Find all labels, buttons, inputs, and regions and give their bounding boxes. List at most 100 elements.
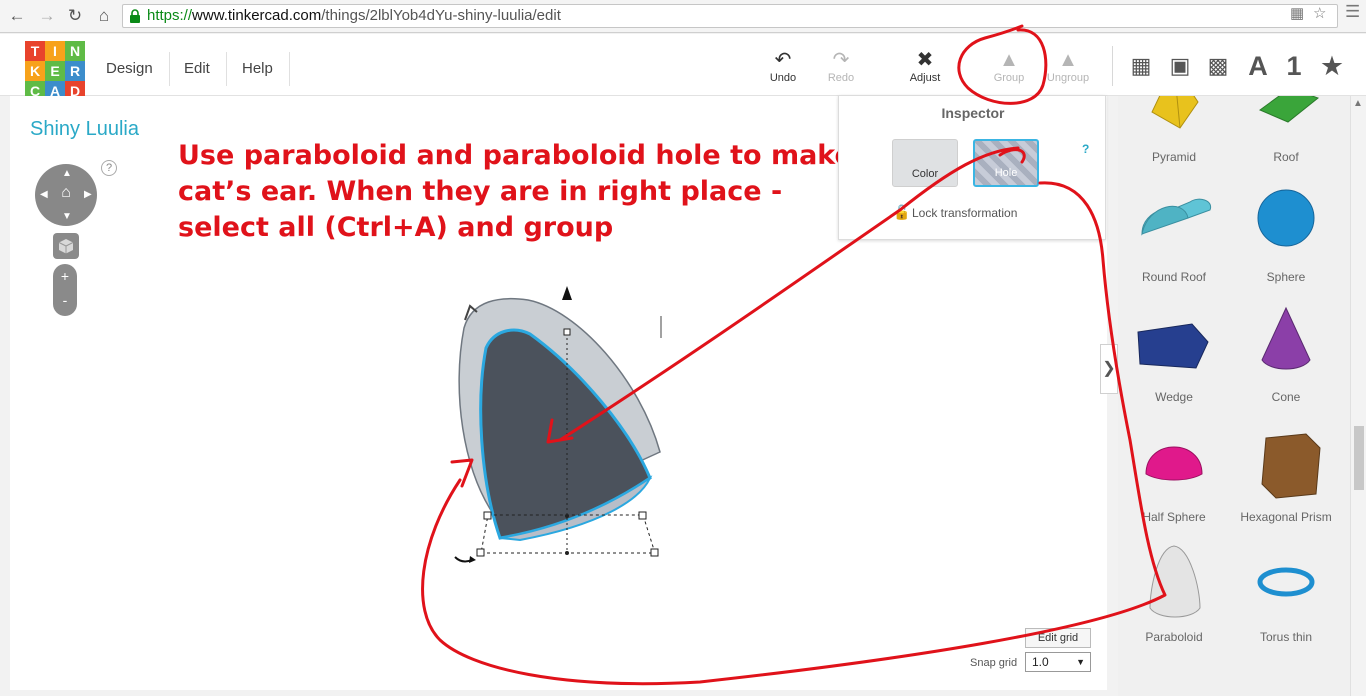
ungroup-label: Ungroup	[1046, 72, 1090, 84]
ungroup-button[interactable]: ▲ Ungroup	[1044, 48, 1092, 84]
shape-half-sphere[interactable]: Half Sphere	[1118, 418, 1230, 534]
nav-home-icon[interactable]: ⌂	[57, 184, 75, 202]
lock-label: Lock transformation	[912, 206, 1018, 220]
menu-design[interactable]: Design	[90, 52, 170, 86]
favorites-star-icon[interactable]: ★	[1316, 50, 1348, 82]
reload-icon[interactable]: ↻	[64, 5, 86, 27]
group-icon: ▲	[999, 49, 1019, 71]
shape-sphere[interactable]: Sphere	[1230, 178, 1342, 294]
ungroup-icon: ▲	[1058, 49, 1078, 71]
wedge-icon	[1137, 323, 1209, 369]
shape-label: Paraboloid	[1145, 630, 1203, 644]
shape-cone[interactable]: Cone	[1230, 298, 1342, 414]
tinkercad-logo[interactable]: TINKERCAD	[25, 41, 85, 101]
nav-left-icon[interactable]: ◀	[40, 189, 48, 200]
shapes-panel-toggle[interactable]: ❯	[1100, 344, 1118, 394]
ortho-view-button[interactable]	[53, 233, 79, 259]
edit-grid-button[interactable]: Edit grid	[1025, 628, 1091, 648]
undo-label: Undo	[769, 72, 797, 84]
design-title[interactable]: Shiny Luulia	[30, 118, 139, 141]
shape-wedge[interactable]: Wedge	[1118, 298, 1230, 414]
logo-letter: K	[25, 61, 45, 81]
hole-button[interactable]: Hole	[973, 139, 1039, 187]
app-header: TINKERCAD Design Edit Help ↶ Undo ↷ Redo…	[0, 34, 1366, 101]
nav-up-icon[interactable]: ▲	[62, 168, 72, 179]
cone-icon	[1261, 306, 1311, 370]
lock-icon	[130, 9, 140, 23]
inspector-help-icon[interactable]: ?	[1082, 142, 1089, 156]
sphere-icon	[1257, 189, 1315, 247]
browser-toolbar: ← → ↻ ⌂ https://www.tinkercad.com/things…	[0, 0, 1366, 33]
grid-view-icon[interactable]: ▦	[1125, 50, 1157, 82]
url-protocol: https://	[147, 7, 193, 24]
nav-down-icon[interactable]: ▼	[62, 211, 72, 222]
text-shapes-icon[interactable]: A	[1242, 50, 1274, 82]
color-label: Color	[911, 168, 939, 180]
translate-icon[interactable]: ▦	[1290, 4, 1304, 22]
logo-letter: E	[45, 61, 65, 81]
back-icon[interactable]: ←	[6, 5, 28, 27]
undo-button[interactable]: ↶ Undo	[759, 48, 807, 84]
shape-hexagonal-prism[interactable]: Hexagonal Prism	[1230, 418, 1342, 534]
undo-icon: ↶	[774, 49, 792, 71]
browser-menu-icon[interactable]: ☰	[1345, 2, 1360, 22]
number-shapes-icon[interactable]: 1	[1278, 50, 1310, 82]
shape-label: Sphere	[1266, 270, 1306, 284]
round-roof-icon	[1141, 198, 1212, 236]
half-sphere-icon	[1145, 446, 1203, 481]
color-button[interactable]: Color	[892, 139, 958, 187]
zoom-out-button[interactable]: -	[53, 292, 77, 308]
snap-grid-label: Snap grid	[970, 657, 1018, 669]
inspector-panel: Inspector Color Hole ? 🔓 Lock transformat…	[838, 95, 1106, 240]
shape-label: Half Sphere	[1142, 510, 1206, 524]
shape-pyramid[interactable]: Pyramid	[1118, 96, 1230, 174]
bookmark-star-icon[interactable]: ☆	[1313, 4, 1326, 22]
box-view-icon[interactable]: ▣	[1164, 50, 1196, 82]
url-host: www.tinkercad.com	[192, 7, 322, 24]
tutorial-annotation: Use paraboloid and paraboloid hole to ma…	[178, 138, 858, 246]
scrollbar-thumb[interactable]	[1354, 426, 1364, 490]
annotation-line-1: Use paraboloid and paraboloid hole to ma…	[178, 140, 853, 171]
logo-letter: N	[65, 41, 85, 61]
view-navigation-control[interactable]: ▲ ▼ ◀ ▶ ⌂	[35, 164, 97, 226]
shape-roof[interactable]: Roof	[1230, 96, 1342, 174]
shape-label: Roof	[1273, 150, 1299, 164]
shape-paraboloid[interactable]: Paraboloid	[1118, 538, 1230, 654]
view-help-icon[interactable]: ?	[101, 160, 117, 176]
snap-grid-select[interactable]: 1.0 ▼	[1025, 652, 1091, 672]
menu-edit[interactable]: Edit	[168, 52, 227, 86]
cube-icon	[58, 239, 74, 254]
toolbar-divider	[1112, 46, 1113, 86]
roof-icon	[1258, 96, 1320, 123]
adjust-button[interactable]: ✖ Adjust	[901, 48, 949, 84]
nav-right-icon[interactable]: ▶	[84, 189, 92, 200]
shape-label: Round Roof	[1141, 270, 1207, 284]
snap-grid-value: 1.0	[1032, 655, 1049, 669]
address-bar[interactable]: https://www.tinkercad.com/things/2lblYob…	[122, 4, 1338, 28]
group-button[interactable]: ▲ Group	[985, 48, 1033, 84]
logo-letter: T	[25, 41, 45, 61]
shapes-scrollbar[interactable]: ▲	[1350, 96, 1366, 696]
annotation-line-3: select all (Ctrl+A) and group	[178, 212, 614, 243]
forward-icon[interactable]: →	[36, 5, 58, 27]
logo-letter: I	[45, 41, 65, 61]
zoom-control: + -	[53, 264, 77, 316]
lock-transformation-toggle[interactable]: 🔓 Lock transformation	[893, 204, 1017, 221]
url-path: /things/2lblYob4dYu-shiny-luulia/edit	[321, 7, 561, 24]
shape-torus-thin[interactable]: Torus thin	[1230, 538, 1342, 654]
unlock-icon: 🔓	[893, 204, 911, 220]
redo-icon: ↷	[832, 49, 850, 71]
shape-label: Pyramid	[1151, 150, 1196, 164]
menu-help[interactable]: Help	[226, 52, 290, 86]
shape-label: Cone	[1271, 390, 1301, 404]
paraboloid-icon	[1149, 545, 1201, 618]
scroll-up-icon[interactable]: ▲	[1353, 98, 1363, 109]
shape-round-roof[interactable]: Round Roof	[1118, 178, 1230, 294]
pyramid-icon	[1151, 96, 1199, 129]
shape-label: Wedge	[1155, 390, 1193, 404]
hole-label: Hole	[994, 167, 1018, 179]
mesh-view-icon[interactable]: ▩	[1202, 50, 1234, 82]
redo-button[interactable]: ↷ Redo	[817, 48, 865, 84]
home-icon[interactable]: ⌂	[93, 5, 115, 27]
zoom-in-button[interactable]: +	[53, 268, 77, 284]
